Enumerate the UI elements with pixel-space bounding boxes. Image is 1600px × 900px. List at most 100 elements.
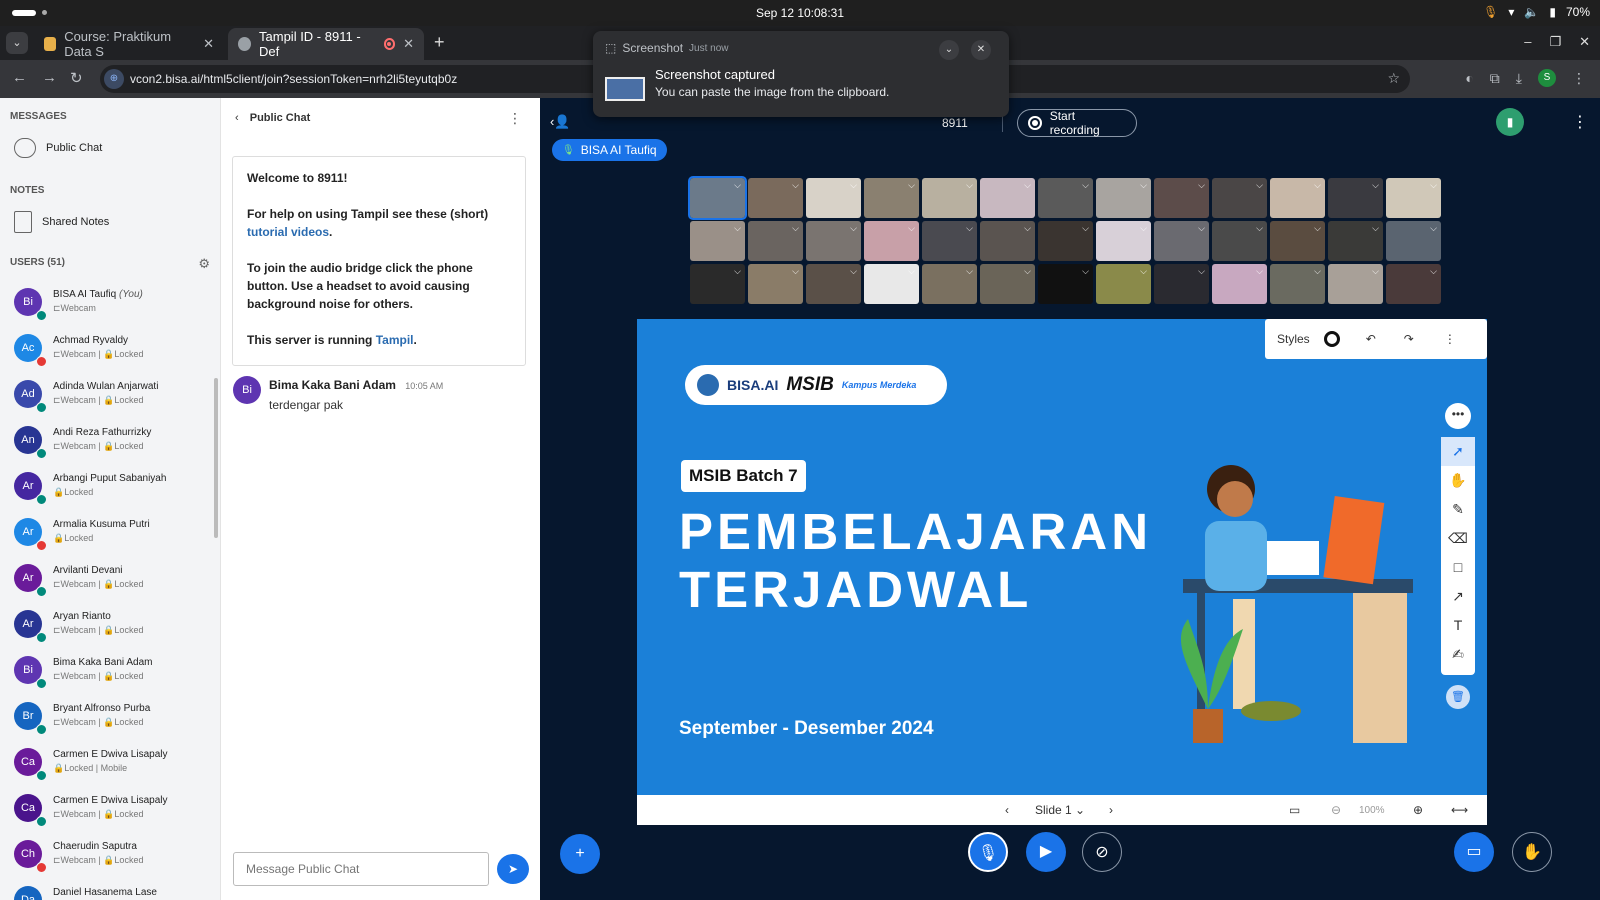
webcam-tile[interactable] — [688, 176, 747, 220]
webcam-tile[interactable] — [1096, 264, 1151, 304]
back-icon[interactable]: ← — [12, 69, 27, 86]
camera-button[interactable]: ▶ — [1026, 832, 1066, 872]
webcam-tile[interactable] — [1328, 264, 1383, 304]
webcam-tile[interactable] — [980, 178, 1035, 218]
user-list-item[interactable]: Br Bryant Alfronso Purba ⊏Webcam | 🔒Locke… — [0, 694, 214, 740]
webcam-tile[interactable] — [922, 221, 977, 261]
close-notification-icon[interactable]: ✕ — [971, 40, 991, 60]
hand-tool-icon[interactable]: ✋ — [1441, 466, 1475, 495]
fit-width-icon[interactable]: ⟷ — [1451, 803, 1468, 817]
webcam-tile[interactable] — [864, 178, 919, 218]
arrow-tool-icon[interactable]: ↗ — [1441, 582, 1475, 611]
webcam-tile[interactable] — [1328, 221, 1383, 261]
text-tool-icon[interactable]: T — [1441, 611, 1475, 640]
tab-course[interactable]: Course: Praktikum Data S ✕ — [34, 28, 224, 60]
eraser-tool-icon[interactable]: ⌫ — [1441, 524, 1475, 553]
user-list-item[interactable]: An Andi Reza Fathurrizky ⊏Webcam | 🔒Locke… — [0, 418, 214, 464]
system-status-tray[interactable]: 🎙 ▾ 🔈 ▮ 70% — [1483, 5, 1590, 19]
more-tools-icon[interactable]: ••• — [1445, 403, 1471, 429]
user-list-item[interactable]: Ch Chaerudin Saputra ⊏Webcam | 🔒Locked — [0, 832, 214, 878]
webcam-tile[interactable] — [748, 221, 803, 261]
presentation-toggle-button[interactable]: ▭ — [1454, 832, 1494, 872]
restore-icon[interactable]: ❐ — [1549, 34, 1561, 50]
chevron-left-icon[interactable]: ‹ — [235, 112, 239, 124]
webcam-tile[interactable] — [806, 221, 861, 261]
close-tab-icon[interactable]: ✕ — [403, 36, 414, 52]
profile-avatar[interactable]: S — [1538, 69, 1556, 87]
webcam-tile[interactable] — [806, 264, 861, 304]
webcam-tile[interactable] — [1154, 264, 1209, 304]
screenshot-notification[interactable]: ⬚ Screenshot Just now ⌄ ✕ Screenshot cap… — [593, 31, 1009, 117]
microphone-button[interactable]: 🎙 — [968, 832, 1008, 872]
user-list-scrollbar[interactable] — [214, 378, 218, 538]
zoom-out-icon[interactable]: ⊖ — [1331, 803, 1341, 817]
connection-status-icon[interactable]: ▮ — [1496, 108, 1524, 136]
webcam-tile[interactable] — [922, 264, 977, 304]
tampil-link[interactable]: Tampil — [376, 333, 414, 347]
screenshot-thumbnail[interactable] — [605, 77, 645, 101]
user-list-item[interactable]: Da Daniel Hasanema Lase — [0, 878, 214, 900]
redo-icon[interactable]: ↷ — [1404, 332, 1414, 346]
chat-message-input[interactable] — [233, 852, 489, 886]
rectangle-tool-icon[interactable]: □ — [1441, 553, 1475, 582]
slide-selector[interactable]: Slide 1 ⌄ — [1035, 803, 1085, 817]
user-list-item[interactable]: Ar Armalia Kusuma Putri 🔒Locked — [0, 510, 214, 556]
close-tab-icon[interactable]: ✕ — [203, 36, 214, 52]
raise-hand-button[interactable]: ✋ — [1512, 832, 1552, 872]
user-list-item[interactable]: Ca Carmen E Dwiva Lisapaly ⊏Webcam | 🔒Loc… — [0, 786, 214, 832]
webcam-tile[interactable] — [1328, 178, 1383, 218]
whiteboard-menu-icon[interactable]: ⋮ — [1444, 332, 1456, 346]
new-tab-button[interactable]: + — [434, 32, 445, 53]
tab-search-icon[interactable]: ⌄ — [6, 32, 28, 54]
webcam-tile[interactable] — [690, 221, 745, 261]
reload-icon[interactable]: ↻ — [70, 69, 83, 87]
note-tool-icon[interactable]: ✍ — [1441, 640, 1475, 669]
download-icon[interactable]: ⤓ — [1516, 70, 1522, 87]
user-list-item[interactable]: Ac Achmad Ryvaldy ⊏Webcam | 🔒Locked — [0, 326, 214, 372]
styles-label[interactable]: Styles — [1277, 332, 1310, 346]
minimize-icon[interactable]: – — [1524, 34, 1531, 50]
webcam-tile[interactable] — [690, 264, 745, 304]
webcam-tile[interactable] — [1270, 178, 1325, 218]
webcam-tile[interactable] — [1096, 221, 1151, 261]
webcam-tile[interactable] — [1154, 221, 1209, 261]
extensions-puzzle-icon[interactable]: ⧉ — [1490, 70, 1500, 87]
webcam-tile[interactable] — [980, 264, 1035, 304]
user-list-item[interactable]: Ar Arvilanti Devani ⊏Webcam | 🔒Locked — [0, 556, 214, 602]
webcam-tile[interactable] — [1038, 264, 1093, 304]
webcam-tile[interactable] — [1038, 178, 1093, 218]
chat-header[interactable]: ‹ Public Chat — [235, 112, 310, 124]
expand-notification-icon[interactable]: ⌄ — [939, 40, 959, 60]
zoom-in-icon[interactable]: ⊕ — [1413, 803, 1423, 817]
next-slide-icon[interactable]: › — [1109, 803, 1113, 817]
undo-icon[interactable]: ↶ — [1366, 332, 1376, 346]
forward-icon[interactable]: → — [42, 69, 57, 86]
webcam-tile[interactable] — [1386, 221, 1441, 261]
tab-tampil[interactable]: Tampil ID - 8911 - Def ✕ — [228, 28, 424, 60]
webcam-tile[interactable] — [748, 264, 803, 304]
site-info-icon[interactable]: ⊕ — [104, 69, 124, 89]
user-list-item[interactable]: Ar Arbangi Puput Sabaniyah 🔒Locked — [0, 464, 214, 510]
webcam-tile[interactable] — [1386, 264, 1441, 304]
start-recording-button[interactable]: Start recording — [1017, 109, 1137, 137]
presentation-slide[interactable]: BISA.AI MSIB Kampus Merdeka MSIB Batch 7… — [637, 319, 1487, 795]
webcam-tile[interactable] — [1038, 221, 1093, 261]
webcam-tile[interactable] — [980, 221, 1035, 261]
url-text[interactable]: vcon2.bisa.ai/html5client/join?sessionTo… — [130, 72, 457, 86]
webcam-tile[interactable] — [748, 178, 803, 218]
webcam-tile[interactable] — [1212, 178, 1267, 218]
tutorial-videos-link[interactable]: tutorial videos — [247, 225, 329, 239]
user-list-item[interactable]: Ad Adinda Wulan Anjarwati ⊏Webcam | 🔒Lock… — [0, 372, 214, 418]
webcam-tile[interactable] — [1154, 178, 1209, 218]
user-list-item[interactable]: Ca Carmen E Dwiva Lisapaly 🔒Locked | Mobi… — [0, 740, 214, 786]
webcam-tile[interactable] — [1270, 221, 1325, 261]
trash-icon[interactable]: 🗑 — [1446, 685, 1470, 709]
meeting-options-icon[interactable]: ⋮ — [1572, 112, 1588, 132]
webcam-tile[interactable] — [1386, 178, 1441, 218]
public-chat-item[interactable]: Public Chat — [14, 138, 102, 158]
webcam-tile[interactable] — [1212, 221, 1267, 261]
user-list-item[interactable]: Ar Aryan Rianto ⊏Webcam | 🔒Locked — [0, 602, 214, 648]
previous-slide-icon[interactable]: ‹ — [1005, 803, 1009, 817]
pencil-tool-icon[interactable]: ✎ — [1441, 495, 1475, 524]
webcam-tile[interactable] — [864, 221, 919, 261]
